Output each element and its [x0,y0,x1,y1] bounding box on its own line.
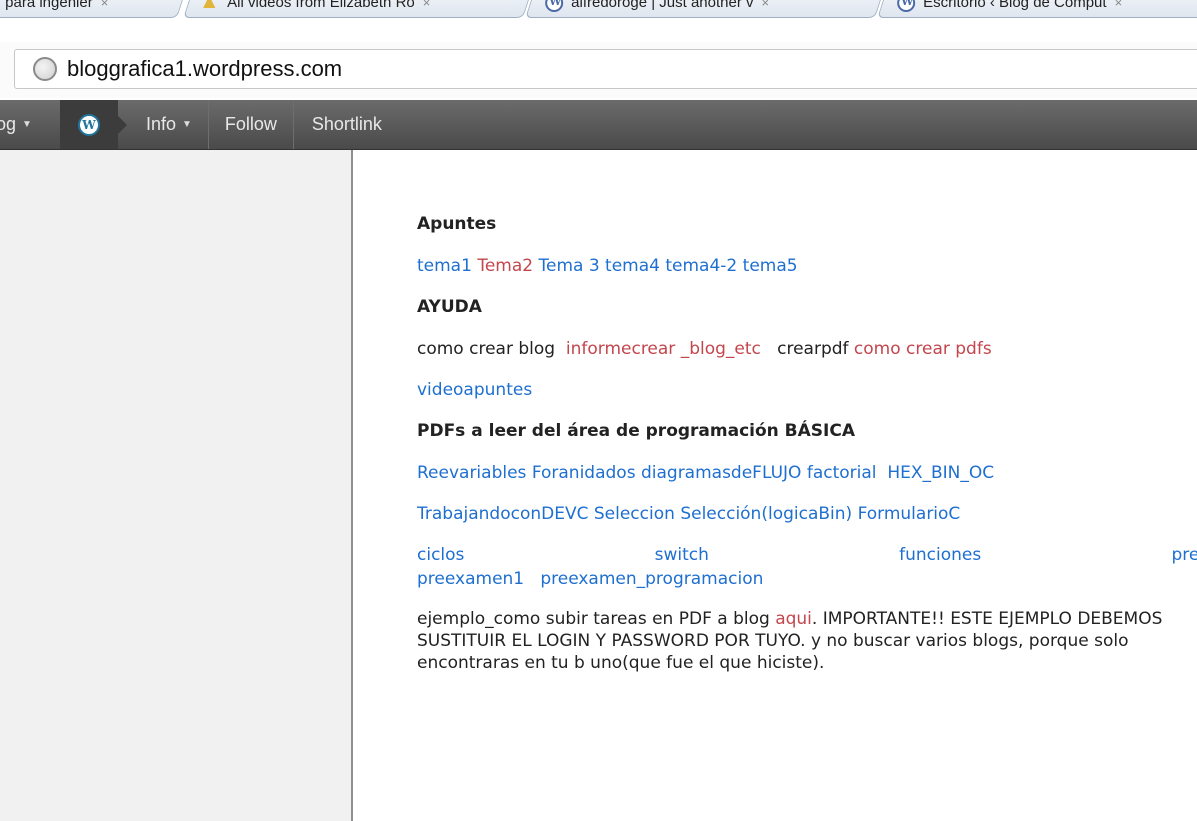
pdfs-heading: PDFs a leer del área de programación BÁS… [417,421,855,441]
link-informecrear-blog[interactable]: informecrear _blog_etc [566,339,761,359]
link-tema5[interactable]: tema5 [743,256,798,276]
post-content-area: Apuntes tema1 Tema2 Tema 3 tema4 tema4-2… [353,150,1197,821]
link-seleccion[interactable]: Seleccion [594,504,675,524]
tab-title: alfredoroge | Just another v [571,0,754,11]
link-diagramasdeflujo[interactable]: diagramasdeFLUJO [641,463,801,483]
follow-label: Follow [224,114,277,134]
tab-title: Escritorio ‹ Blog de Comput [923,0,1107,11]
link-tema4-2[interactable]: tema4-2 [665,256,737,276]
ayuda-heading: AYUDA [417,297,482,317]
link-preexamen[interactable]: preexame [1171,543,1197,567]
close-icon[interactable]: × [762,0,770,10]
videoapuntes-line: videoapuntes [417,378,1197,402]
wordpress-logo-button[interactable]: W [59,100,127,149]
info-menu[interactable]: Info ▼ [118,100,208,149]
close-icon[interactable]: × [101,0,109,10]
wp-admin-bar: og ▼ W Info ▼ Follow Shortlink [0,100,1197,150]
address-bar: bloggrafica1.wordpress.com [0,42,1197,98]
close-icon[interactable]: × [423,0,431,10]
post-body: Apuntes tema1 Tema2 Tema 3 tema4 tema4-2… [417,212,1197,691]
shortlink-label: Shortlink [311,114,382,134]
pdf-links-row: TrabajandoconDEVC Seleccion Selección(lo… [417,502,1197,526]
link-reevariables[interactable]: Reevariables [417,463,526,483]
link-factorial[interactable]: factorial [807,463,877,483]
globe-icon [33,57,57,81]
link-seleccion-logicabin[interactable]: Selección(logicaBin) [680,504,852,524]
browser-tab[interactable]: All videos from Elizabeth Ro × [183,0,533,18]
tab-title: para ingenier [5,0,93,11]
pdf-links-row: ciclos switch funciones preexame [417,543,1197,567]
link-trabajandocondevc[interactable]: TrabajandoconDEVC [417,504,588,524]
ayuda-text: crearpdf [777,339,849,359]
ayuda-line: como crear blog informecrear _blog_etc c… [417,337,1197,361]
ejemplo-text: ejemplo_como subir tareas en PDF a blog [417,609,770,629]
ayuda-text: como crear blog [417,339,556,359]
link-tema4[interactable]: tema4 [605,256,660,276]
wordpress-icon [545,0,564,12]
link-tema1[interactable]: tema1 [417,256,472,276]
link-formularioc[interactable]: FormularioC [858,504,961,524]
link-tema2[interactable]: Tema2 [477,256,533,276]
browser-tab-strip: para ingenier × All videos from Elizabet… [0,0,1197,42]
info-menu-label: Info [145,114,176,134]
link-tema3[interactable]: Tema 3 [538,256,599,276]
link-videoapuntes[interactable]: videoapuntes [417,380,532,400]
blog-menu[interactable]: og ▼ [0,100,48,149]
close-icon[interactable]: × [1115,0,1123,10]
link-aqui[interactable]: aqui [775,609,812,629]
wordpress-icon [897,0,916,12]
link-switch[interactable]: switch [655,543,709,567]
apuntes-heading: Apuntes [417,214,497,234]
link-ciclos[interactable]: ciclos [417,543,464,567]
page-background-left [0,150,353,821]
pdf-links-row: Reevariables Foranidados diagramasdeFLUJ… [417,461,1197,485]
link-foranidados[interactable]: Foranidados [532,463,636,483]
tab-title: All videos from Elizabeth Ro [227,0,415,11]
url-input[interactable]: bloggrafica1.wordpress.com [14,49,1197,89]
link-como-crear-pdfs[interactable]: como crear pdfs [854,339,992,359]
caret-down-icon: ▼ [22,119,32,130]
apuntes-links: tema1 Tema2 Tema 3 tema4 tema4-2 tema5 [417,254,1197,278]
link-preexamen1[interactable]: preexamen1 [417,569,524,589]
link-hex-bin-oc[interactable]: HEX_BIN_OC [887,463,994,483]
browser-tab[interactable]: alfredoroge | Just another v × [525,0,885,18]
url-text: bloggrafica1.wordpress.com [67,56,343,81]
link-funciones[interactable]: funciones [899,543,981,567]
warning-icon [203,0,219,12]
follow-button[interactable]: Follow [209,100,293,149]
browser-tab[interactable]: Escritorio ‹ Blog de Comput × [877,0,1197,18]
link-preexamen-programacion[interactable]: preexamen_programacion [540,569,763,589]
pdf-links-row: preexamen1 preexamen_programacion [417,567,1197,591]
caret-down-icon: ▼ [181,119,192,130]
ejemplo-paragraph: ejemplo_como subir tareas en PDF a blog … [417,608,1197,674]
blog-menu-label: og [0,114,17,134]
browser-tab[interactable]: para ingenier × [0,0,187,18]
wordpress-logo-icon: W [77,113,100,136]
shortlink-button[interactable]: Shortlink [294,100,398,149]
